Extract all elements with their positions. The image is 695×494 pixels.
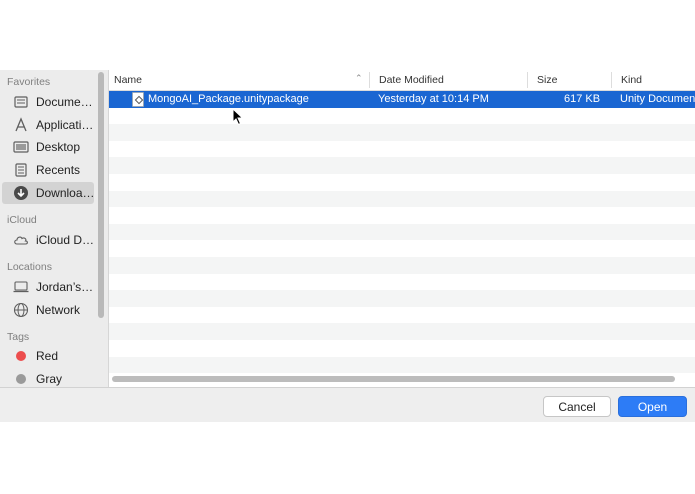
sidebar-item-label: Red [36,349,59,363]
empty-row [109,141,695,158]
sidebar-item-label: Docume… [36,95,93,109]
section-icloud: iCloud [7,214,37,226]
cloud-icon [12,231,30,249]
file-list: Name ⌃ Date Modified Size Kind MongoAI_P… [109,70,695,387]
empty-row [109,256,695,274]
horizontal-scrollbar[interactable] [112,376,675,382]
sidebar-item-label: Gray [36,372,63,386]
section-locations: Locations [7,261,52,273]
applications-icon [12,116,30,134]
empty-row [109,307,695,324]
column-date-modified[interactable]: Date Modified [379,74,444,86]
mouse-pointer-icon [232,108,244,126]
empty-row [109,290,695,307]
sidebar-item-icloud-drive[interactable]: iCloud D… [0,229,96,251]
sidebar-item-documents[interactable]: Docume… [0,91,96,113]
downloads-icon [12,184,30,202]
column-divider[interactable] [611,72,612,88]
column-kind[interactable]: Kind [621,74,642,86]
sidebar-item-recents[interactable]: Recents [0,159,96,181]
empty-row [109,356,695,374]
empty-row [109,207,695,224]
empty-row [109,240,695,257]
column-divider[interactable] [369,72,370,88]
dialog-footer: Cancel Open [0,387,695,422]
column-divider[interactable] [527,72,528,88]
cancel-button[interactable]: Cancel [543,396,611,417]
file-rows: MongoAI_Package.unitypackage Yesterday a… [109,91,695,374]
empty-row [109,190,695,208]
column-size[interactable]: Size [537,74,557,86]
sidebar-item-label: Network [36,303,81,317]
file-row[interactable]: MongoAI_Package.unitypackage Yesterday a… [109,91,695,108]
sidebar-item-label: Downloa… [35,186,94,200]
empty-row [109,157,695,174]
empty-row [109,223,695,241]
red-tag-dot-icon [16,351,26,361]
open-file-dialog: Favorites Docume… Applicati… Desktop Rec… [0,70,695,422]
sidebar-item-downloads[interactable]: Downloa… [2,182,94,204]
sidebar-item-label: Desktop [36,140,81,154]
file-date: Yesterday at 10:14 PM [378,93,489,105]
empty-row [109,274,695,291]
sidebar-item-computer[interactable]: Jordan’s… [0,276,96,298]
sidebar-item-desktop[interactable]: Desktop [0,136,96,158]
open-button[interactable]: Open [618,396,687,417]
sort-ascending-icon: ⌃ [355,73,363,83]
empty-row [109,124,695,141]
recents-icon [12,161,30,179]
file-kind: Unity Documen [620,93,695,105]
sidebar-item-label: iCloud D… [36,233,95,247]
network-icon [12,301,30,319]
laptop-icon [12,278,30,296]
documents-icon [12,93,30,111]
sidebar-item-network[interactable]: Network [0,299,96,321]
sidebar-item-label: Jordan’s… [36,280,94,294]
sidebar-tag-red[interactable]: Red [0,345,96,367]
sidebar-item-label: Recents [36,163,81,177]
file-name: MongoAI_Package.unitypackage [148,93,309,105]
unity-package-file-icon [132,92,144,107]
sidebar-scrollbar[interactable] [98,72,104,318]
sidebar-item-label: Applicati… [36,118,94,132]
file-size: 617 KB [564,93,601,105]
sidebar-tag-gray[interactable]: Gray [0,368,96,387]
column-header: Name ⌃ Date Modified Size Kind [109,70,695,91]
empty-row [109,108,695,125]
desktop-icon [12,138,30,156]
section-favorites: Favorites [7,76,51,88]
sidebar: Favorites Docume… Applicati… Desktop Rec… [0,70,109,387]
column-name[interactable]: Name [114,74,142,86]
empty-row [109,174,695,191]
sidebar-item-applications[interactable]: Applicati… [0,114,96,136]
section-tags: Tags [7,331,30,343]
empty-row [109,340,695,357]
gray-tag-dot-icon [16,374,26,384]
empty-row [109,323,695,340]
